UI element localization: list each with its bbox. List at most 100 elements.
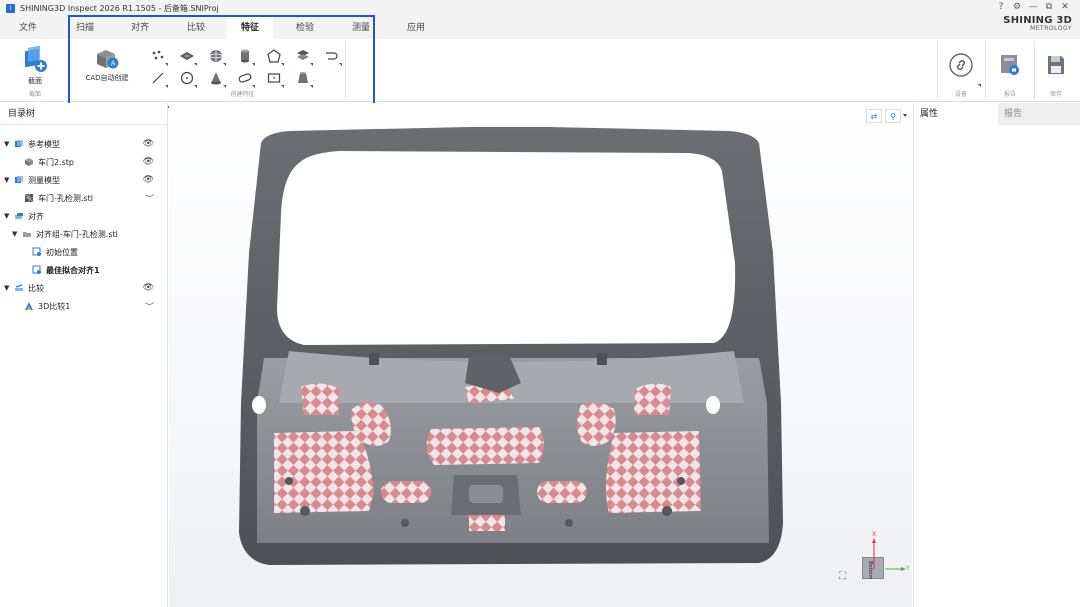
polygon-icon xyxy=(267,49,281,63)
plane-tool-button[interactable] xyxy=(176,45,198,67)
device-dropdown-icon[interactable] xyxy=(978,84,981,87)
visibility-hidden-icon[interactable]: ︶ xyxy=(145,192,154,205)
cone-icon xyxy=(211,72,221,85)
expand-icon[interactable]: ▼ xyxy=(12,230,20,238)
tab-scan[interactable]: 扫描 xyxy=(62,17,108,39)
axis-x-label: X xyxy=(872,531,877,538)
properties-panel: 属性 报告 xyxy=(913,103,1080,607)
tab-feature[interactable]: 特征 xyxy=(227,17,273,39)
alignment-step-icon xyxy=(32,247,42,257)
close-icon[interactable]: ✕ xyxy=(1060,2,1070,12)
3d-compare-icon xyxy=(24,301,34,311)
visibility-eye-icon[interactable]: 👁 xyxy=(143,175,154,185)
tab-measure[interactable]: 测量 xyxy=(338,17,384,39)
tab-file[interactable]: 文件 xyxy=(5,17,51,39)
tab-inspect[interactable]: 检验 xyxy=(282,17,328,39)
visibility-hidden-icon[interactable]: ︶ xyxy=(145,300,154,313)
slot-curve-icon xyxy=(326,52,338,60)
section-button[interactable]: 截面 xyxy=(18,44,52,90)
app-icon: I xyxy=(6,4,15,13)
axis-y-label: Y xyxy=(906,565,910,572)
window-controls: ? ⚙ — ⧉ ✕ xyxy=(996,2,1070,12)
reference-model-icon xyxy=(14,139,24,149)
tree-item-compare[interactable]: ▼ 比较 👁 xyxy=(4,279,164,297)
alignment-step-icon xyxy=(32,265,42,275)
catalog-tree-panel: 目录树 ▼ 参考模型 👁 车门2.stp 👁 ▼ 测量模型 👁 车门-孔检测.s… xyxy=(0,103,168,607)
layers-tool-button[interactable] xyxy=(292,45,314,67)
line-tool-button[interactable] xyxy=(147,67,169,89)
group-label-report: 报告 xyxy=(1003,91,1016,98)
tab-report[interactable]: 报告 xyxy=(998,103,1080,125)
cad-cube-icon: A xyxy=(97,50,119,69)
tree-item-stl-file[interactable]: 车门-孔检测.stl ︶ xyxy=(4,189,164,207)
group-label-device: 设备 xyxy=(954,91,967,98)
tab-apply[interactable]: 应用 xyxy=(393,17,439,39)
slot-curve-tool-button[interactable] xyxy=(321,45,343,67)
report-button[interactable] xyxy=(998,52,1022,78)
tree-item-3d-compare[interactable]: 3D比较1 ︶ xyxy=(4,297,164,315)
ribbon: 截面 截面 A CAD自动创建 创建特征 设备 报告 保存 xyxy=(0,39,1080,102)
tree-item-measured-model[interactable]: ▼ 测量模型 👁 xyxy=(4,171,164,189)
cylinder-tool-button[interactable] xyxy=(234,45,256,67)
rectangle-icon xyxy=(267,73,281,83)
tree-item-stp-file[interactable]: 车门2.stp 👁 xyxy=(4,153,164,171)
alignment-icon xyxy=(14,211,24,221)
expand-icon[interactable]: ▼ xyxy=(4,212,12,220)
cone-tool-button[interactable] xyxy=(205,67,227,89)
panel-title: 目录树 xyxy=(0,103,167,125)
save-button[interactable] xyxy=(1045,53,1067,77)
link-device-icon xyxy=(949,53,973,77)
truncated-cone-icon xyxy=(298,72,308,83)
cad-part-icon xyxy=(24,157,34,167)
expand-icon[interactable]: ▼ xyxy=(4,176,12,184)
sphere-tool-button[interactable] xyxy=(205,45,227,67)
report-icon xyxy=(1001,55,1019,75)
plane-icon xyxy=(180,52,194,60)
truncated-cone-tool-button[interactable] xyxy=(292,67,314,89)
polygon-tool-button[interactable] xyxy=(263,45,285,67)
visibility-eye-icon[interactable]: 👁 xyxy=(143,157,154,167)
tree-item-alignment[interactable]: ▼ 对齐 xyxy=(4,207,164,225)
cylinder-icon xyxy=(241,49,249,63)
title-bar: I SHINING3D Inspect 2026 R1.1505 - 后备箱.S… xyxy=(0,0,1080,17)
tree-item-initial-position[interactable]: 初始位置 xyxy=(30,243,164,261)
settings-icon[interactable]: ⚙ xyxy=(1012,2,1022,12)
group-label-create-feature: 创建特征 xyxy=(230,91,255,98)
expand-icon[interactable]: ▼ xyxy=(4,140,12,148)
cad-auto-create-button[interactable]: A CAD自动创建 xyxy=(80,47,134,87)
3d-viewport[interactable]: ⇄ ⚲ Bottom X Y ⛶ xyxy=(169,103,912,607)
device-button[interactable] xyxy=(948,52,974,78)
tailgate-3d-model xyxy=(239,127,783,565)
tree-item-best-fit[interactable]: 最佳拟合对齐1 xyxy=(30,261,164,279)
help-icon[interactable]: ? xyxy=(996,2,1006,12)
compare-icon xyxy=(14,283,24,293)
mesh-icon xyxy=(24,193,34,203)
line-icon xyxy=(152,72,164,84)
layers-icon xyxy=(297,50,309,60)
ribbon-separator xyxy=(985,41,986,99)
window-title: SHINING3D Inspect 2026 R1.1505 - 后备箱.SNI… xyxy=(20,4,219,13)
points-tool-button[interactable] xyxy=(147,45,169,67)
slot-tool-button[interactable] xyxy=(234,67,256,89)
minimize-icon[interactable]: — xyxy=(1028,2,1038,12)
visibility-eye-icon[interactable]: 👁 xyxy=(143,283,154,293)
maximize-icon[interactable]: ⧉ xyxy=(1044,2,1054,12)
tab-align[interactable]: 对齐 xyxy=(117,17,163,39)
tree-item-alignment-group[interactable]: ▼ 对齐组-车门-孔检测.stl xyxy=(12,225,164,243)
group-label-section: 截面 xyxy=(28,91,41,98)
points-icon xyxy=(152,50,164,60)
circle-icon xyxy=(180,71,194,85)
visibility-eye-icon[interactable]: 👁 xyxy=(143,139,154,149)
expand-icon[interactable]: ▼ xyxy=(4,284,12,292)
fit-view-icon[interactable]: ⛶ xyxy=(839,571,846,582)
tab-compare[interactable]: 比较 xyxy=(173,17,219,39)
tree-item-reference-model[interactable]: ▼ 参考模型 👁 xyxy=(4,135,164,153)
ribbon-separator xyxy=(68,41,69,99)
measured-model-icon xyxy=(14,175,24,185)
section-icon xyxy=(25,46,47,72)
circle-tool-button[interactable] xyxy=(176,67,198,89)
tab-properties[interactable]: 属性 xyxy=(914,103,998,125)
rectangle-tool-button[interactable] xyxy=(263,67,285,89)
folder-icon xyxy=(22,229,32,239)
ribbon-separator xyxy=(937,41,938,99)
